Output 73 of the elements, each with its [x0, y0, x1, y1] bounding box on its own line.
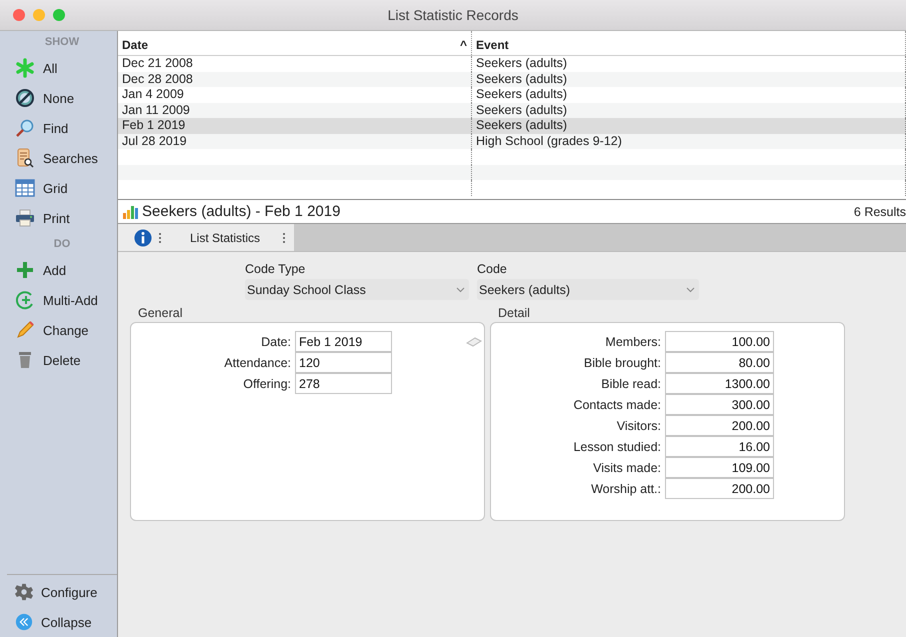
sidebar-heading: DO — [52, 237, 72, 252]
sidebar-item[interactable]: Change — [7, 315, 117, 345]
field-label: Worship att.: — [590, 482, 662, 496]
table-row[interactable]: Feb 1 2019 Seekers (adults) — [118, 118, 906, 134]
field-label: Bible brought: — [582, 356, 662, 370]
record-title: Seekers (adults) - Feb 1 2019 — [142, 203, 340, 220]
sidebar-item[interactable]: Delete — [7, 345, 117, 375]
field-label: Date: — [260, 334, 292, 348]
field-label: Visits made: — [592, 460, 662, 474]
collapse-icon — [15, 613, 33, 631]
info-icon[interactable] — [134, 228, 152, 246]
sidebar-item[interactable]: Configure — [7, 577, 117, 607]
chevron-icon — [686, 286, 695, 292]
window-title: List Statistic Records — [386, 7, 520, 23]
asterisk-icon — [15, 58, 35, 78]
column-header[interactable]: Date ^ — [118, 31, 472, 55]
field-label: Contacts made: — [572, 398, 662, 412]
more-icon[interactable] — [158, 232, 162, 244]
group-title: General — [137, 306, 184, 322]
calendar-icon[interactable] — [466, 336, 482, 346]
sidebar-item[interactable]: Grid — [7, 173, 117, 203]
input-field[interactable]: 200.00 — [665, 415, 774, 436]
results-count: 6 Results — [854, 204, 906, 218]
circular-plus-icon — [15, 290, 35, 310]
zoom-button[interactable] — [53, 9, 65, 21]
tab[interactable]: List Statistics — [166, 224, 294, 251]
printer-icon — [15, 208, 35, 228]
prohibited-icon — [15, 88, 35, 108]
magnifier-icon — [15, 118, 35, 138]
sidebar-item[interactable]: Find — [7, 113, 117, 143]
close-button[interactable] — [13, 9, 25, 21]
input-field[interactable]: Feb 1 2019 — [295, 331, 392, 352]
field-label: Visitors: — [616, 418, 662, 432]
code-type-dropdown[interactable]: Sunday School Class — [245, 279, 469, 300]
field-label: Code Type — [245, 262, 306, 276]
table-row[interactable]: Jul 28 2019 High School (grades 9-12) — [118, 134, 906, 149]
pencil-icon — [15, 320, 35, 340]
field-label: Code — [477, 262, 508, 276]
input-field[interactable]: 80.00 — [665, 352, 774, 373]
field-label: Offering: — [242, 376, 292, 390]
field-label: Members: — [604, 334, 662, 348]
column-header[interactable]: Event — [472, 31, 906, 55]
sidebar-item[interactable]: Multi-Add — [7, 285, 117, 315]
sidebar-item[interactable]: Add — [7, 255, 117, 285]
sidebar-item[interactable]: Collapse — [7, 607, 117, 637]
sidebar-item[interactable]: Print — [7, 203, 117, 233]
field-label: Lesson studied: — [572, 440, 662, 454]
minimize-button[interactable] — [33, 9, 45, 21]
input-field[interactable]: 278 — [295, 373, 392, 394]
sidebar-item[interactable]: All — [7, 53, 117, 83]
plus-icon — [15, 260, 35, 280]
table-row[interactable]: Jan 11 2009 Seekers (adults) — [118, 102, 906, 118]
input-field[interactable]: 120 — [295, 352, 392, 373]
scroll-search-icon — [15, 148, 35, 168]
group-title: Detail — [497, 306, 531, 322]
input-field[interactable]: 200.00 — [665, 478, 774, 499]
field-label: Attendance: — [223, 356, 292, 370]
chevron-icon — [456, 286, 465, 292]
input-field[interactable]: 109.00 — [665, 457, 774, 478]
input-field[interactable]: 100.00 — [665, 331, 774, 352]
gear-icon — [15, 583, 33, 601]
sidebar-heading: SHOW — [44, 35, 80, 50]
code-dropdown[interactable]: Seekers (adults) — [477, 279, 699, 300]
input-field[interactable]: 300.00 — [665, 394, 774, 415]
sidebar-item[interactable]: Searches — [7, 143, 117, 173]
input-field[interactable]: 16.00 — [665, 436, 774, 457]
more-icon[interactable] — [282, 232, 286, 244]
table-row[interactable]: Dec 28 2008 Seekers (adults) — [118, 72, 906, 87]
grid-icon — [15, 178, 35, 198]
input-field[interactable]: 1300.00 — [665, 373, 774, 394]
bar-chart-icon — [122, 204, 138, 218]
field-label: Bible read: — [600, 376, 662, 390]
sidebar-item[interactable]: None — [7, 83, 117, 113]
